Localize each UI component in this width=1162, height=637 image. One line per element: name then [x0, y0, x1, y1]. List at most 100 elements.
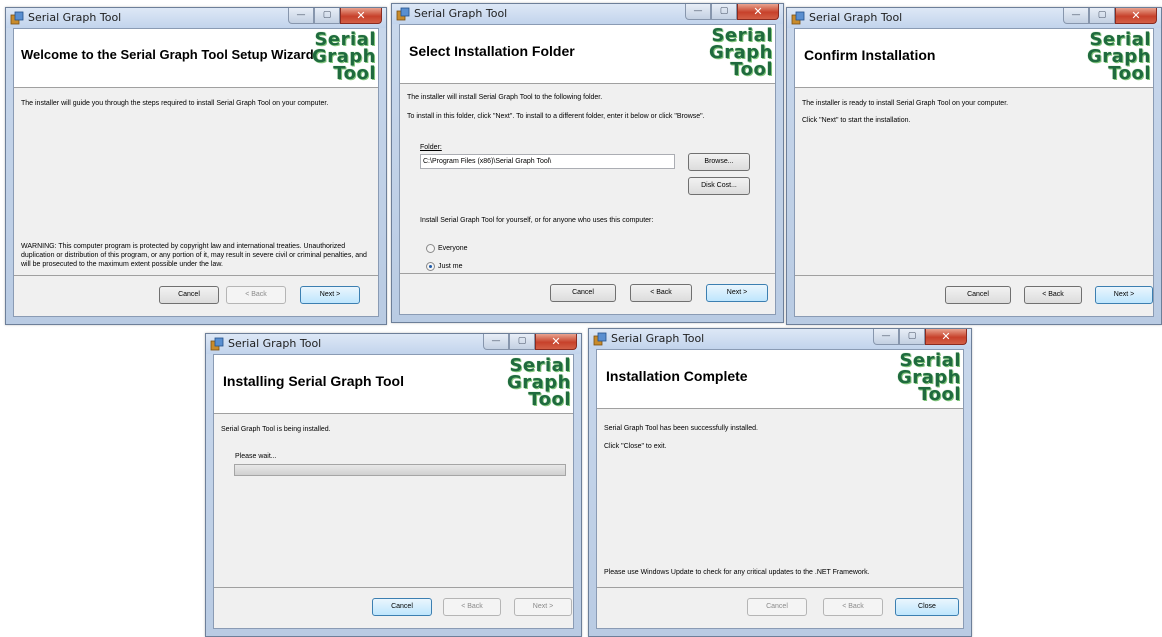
dialog-body: Serial Graph Tool is being installed. Pl… — [214, 414, 573, 588]
maximize-icon[interactable]: ▢ — [509, 334, 535, 350]
minimize-icon[interactable]: — — [1063, 8, 1089, 24]
title-bar[interactable]: Serial Graph Tool — ▢ ✕ — [392, 4, 783, 24]
folder-instructions-text: To install in this folder, click "Next".… — [407, 113, 705, 120]
title-bar[interactable]: Serial Graph Tool — ▢ ✕ — [787, 8, 1161, 28]
dialog-footer: Cancel < Back Close — [597, 587, 963, 628]
title-bar[interactable]: Serial Graph Tool — ▢ ✕ — [589, 329, 971, 349]
minimize-icon[interactable]: — — [685, 4, 711, 20]
cancel-button[interactable]: Cancel — [945, 286, 1011, 304]
installer-app-icon — [791, 11, 805, 25]
banner: Installing Serial Graph Tool Serial Graph… — [214, 355, 573, 414]
disk-cost-button[interactable]: Disk Cost... — [688, 177, 750, 195]
dialog-client: Welcome to the Serial Graph Tool Setup W… — [13, 28, 379, 317]
minimize-icon[interactable]: — — [288, 8, 314, 24]
dialog-footer: Cancel < Back Next > — [400, 273, 775, 314]
option-everyone[interactable]: Everyone — [426, 242, 468, 254]
cancel-button[interactable]: Cancel — [159, 286, 219, 304]
banner: Confirm Installation Serial Graph Tool — [795, 29, 1153, 88]
next-button[interactable]: Next > — [1095, 286, 1153, 304]
install-for-text: Install Serial Graph Tool for yourself, … — [420, 217, 654, 224]
dialog-client: Installing Serial Graph Tool Serial Graph… — [213, 354, 574, 629]
page-title: Welcome to the Serial Graph Tool Setup W… — [21, 47, 314, 62]
radio-just-me-label: Just me — [438, 262, 463, 270]
dialog-client: Installation Complete Serial Graph Tool Se… — [596, 349, 964, 629]
dialog-body: The installer will guide you through the… — [14, 88, 378, 276]
close-icon[interactable]: ✕ — [737, 4, 779, 20]
copyright-warning: WARNING: This computer program is protec… — [21, 243, 367, 268]
dialog-body: The installer is ready to install Serial… — [795, 88, 1153, 276]
maximize-icon[interactable]: ▢ — [899, 329, 925, 345]
page-title: Installing Serial Graph Tool — [223, 373, 404, 389]
window-installing: Serial Graph Tool — ▢ ✕ Installing Seria… — [205, 333, 582, 637]
dialog-body: The installer will install Serial Graph … — [400, 84, 775, 274]
back-button[interactable]: < Back — [226, 286, 286, 304]
title-bar[interactable]: Serial Graph Tool — ▢ ✕ — [6, 8, 386, 28]
installer-app-icon — [593, 332, 607, 346]
windows-update-note: Please use Windows Update to check for a… — [604, 569, 870, 576]
dialog-footer: Cancel < Back Next > — [795, 275, 1153, 316]
please-wait-text: Please wait... — [235, 453, 277, 460]
close-icon[interactable]: ✕ — [1115, 8, 1157, 24]
serial-graph-tool-logo: Serial Graph Tool — [312, 29, 376, 84]
radio-just-me[interactable] — [426, 261, 435, 271]
window-complete: Serial Graph Tool — ▢ ✕ Installation Com… — [588, 328, 972, 637]
next-button[interactable]: Next > — [706, 284, 768, 302]
dialog-client: Confirm Installation Serial Graph Tool The… — [794, 28, 1154, 317]
banner: Select Installation Folder Serial Graph To… — [400, 25, 775, 84]
serial-graph-tool-logo: Serial Graph Tool — [897, 350, 961, 405]
serial-graph-tool-logo: Serial Graph Tool — [1087, 29, 1151, 84]
cancel-button[interactable]: Cancel — [550, 284, 616, 302]
banner: Installation Complete Serial Graph Tool — [597, 350, 963, 409]
installer-app-icon — [396, 7, 410, 21]
window-select-folder: Serial Graph Tool — ▢ ✕ Select Installat… — [391, 3, 784, 323]
back-button[interactable]: < Back — [823, 598, 883, 616]
close-icon[interactable]: ✕ — [340, 8, 382, 24]
folder-path-input[interactable]: C:\Program Files (x86)\Serial Graph Tool… — [420, 154, 675, 169]
dialog-body: Serial Graph Tool has been successfully … — [597, 409, 963, 588]
intro-text: The installer will guide you through the… — [21, 100, 329, 107]
window-title: Serial Graph Tool — [414, 7, 508, 20]
page-title: Select Installation Folder — [409, 43, 575, 59]
browse-button[interactable]: Browse... — [688, 153, 750, 171]
installer-app-icon — [210, 337, 224, 351]
banner: Welcome to the Serial Graph Tool Setup W… — [14, 29, 378, 88]
close-button[interactable]: Close — [895, 598, 959, 616]
click-next-text: Click "Next" to start the installation. — [802, 117, 911, 124]
ready-text: The installer is ready to install Serial… — [802, 100, 1009, 107]
window-title: Serial Graph Tool — [228, 337, 322, 350]
back-button[interactable]: < Back — [630, 284, 692, 302]
next-button[interactable]: Next > — [300, 286, 360, 304]
folder-label: Folder: — [420, 144, 442, 151]
minimize-icon[interactable]: — — [873, 329, 899, 345]
cancel-button[interactable]: Cancel — [372, 598, 432, 616]
dialog-footer: Cancel < Back Next > — [14, 275, 378, 316]
install-progress-bar — [234, 464, 566, 476]
being-installed-text: Serial Graph Tool is being installed. — [221, 426, 331, 433]
maximize-icon[interactable]: ▢ — [314, 8, 340, 24]
success-text: Serial Graph Tool has been successfully … — [604, 425, 758, 432]
window-confirm: Serial Graph Tool — ▢ ✕ Confirm Installa… — [786, 7, 1162, 325]
folder-info-text: The installer will install Serial Graph … — [407, 94, 603, 101]
radio-everyone[interactable] — [426, 243, 435, 253]
click-close-text: Click "Close" to exit. — [604, 443, 667, 450]
cancel-button[interactable]: Cancel — [747, 598, 807, 616]
minimize-icon[interactable]: — — [483, 334, 509, 350]
back-button[interactable]: < Back — [443, 598, 501, 616]
serial-graph-tool-logo: Serial Graph Tool — [507, 355, 571, 410]
serial-graph-tool-logo: Serial Graph Tool — [709, 25, 773, 80]
maximize-icon[interactable]: ▢ — [1089, 8, 1115, 24]
close-icon[interactable]: ✕ — [925, 329, 967, 345]
window-title: Serial Graph Tool — [611, 332, 705, 345]
window-title: Serial Graph Tool — [28, 11, 122, 24]
maximize-icon[interactable]: ▢ — [711, 4, 737, 20]
dialog-client: Select Installation Folder Serial Graph To… — [399, 24, 776, 315]
radio-everyone-label: Everyone — [438, 244, 468, 252]
next-button[interactable]: Next > — [514, 598, 572, 616]
title-bar[interactable]: Serial Graph Tool — ▢ ✕ — [206, 334, 581, 354]
dialog-footer: Cancel < Back Next > — [214, 587, 573, 628]
back-button[interactable]: < Back — [1024, 286, 1082, 304]
option-just-me[interactable]: Just me — [426, 260, 463, 272]
installer-app-icon — [10, 11, 24, 25]
close-icon[interactable]: ✕ — [535, 334, 577, 350]
page-title: Confirm Installation — [804, 47, 936, 63]
